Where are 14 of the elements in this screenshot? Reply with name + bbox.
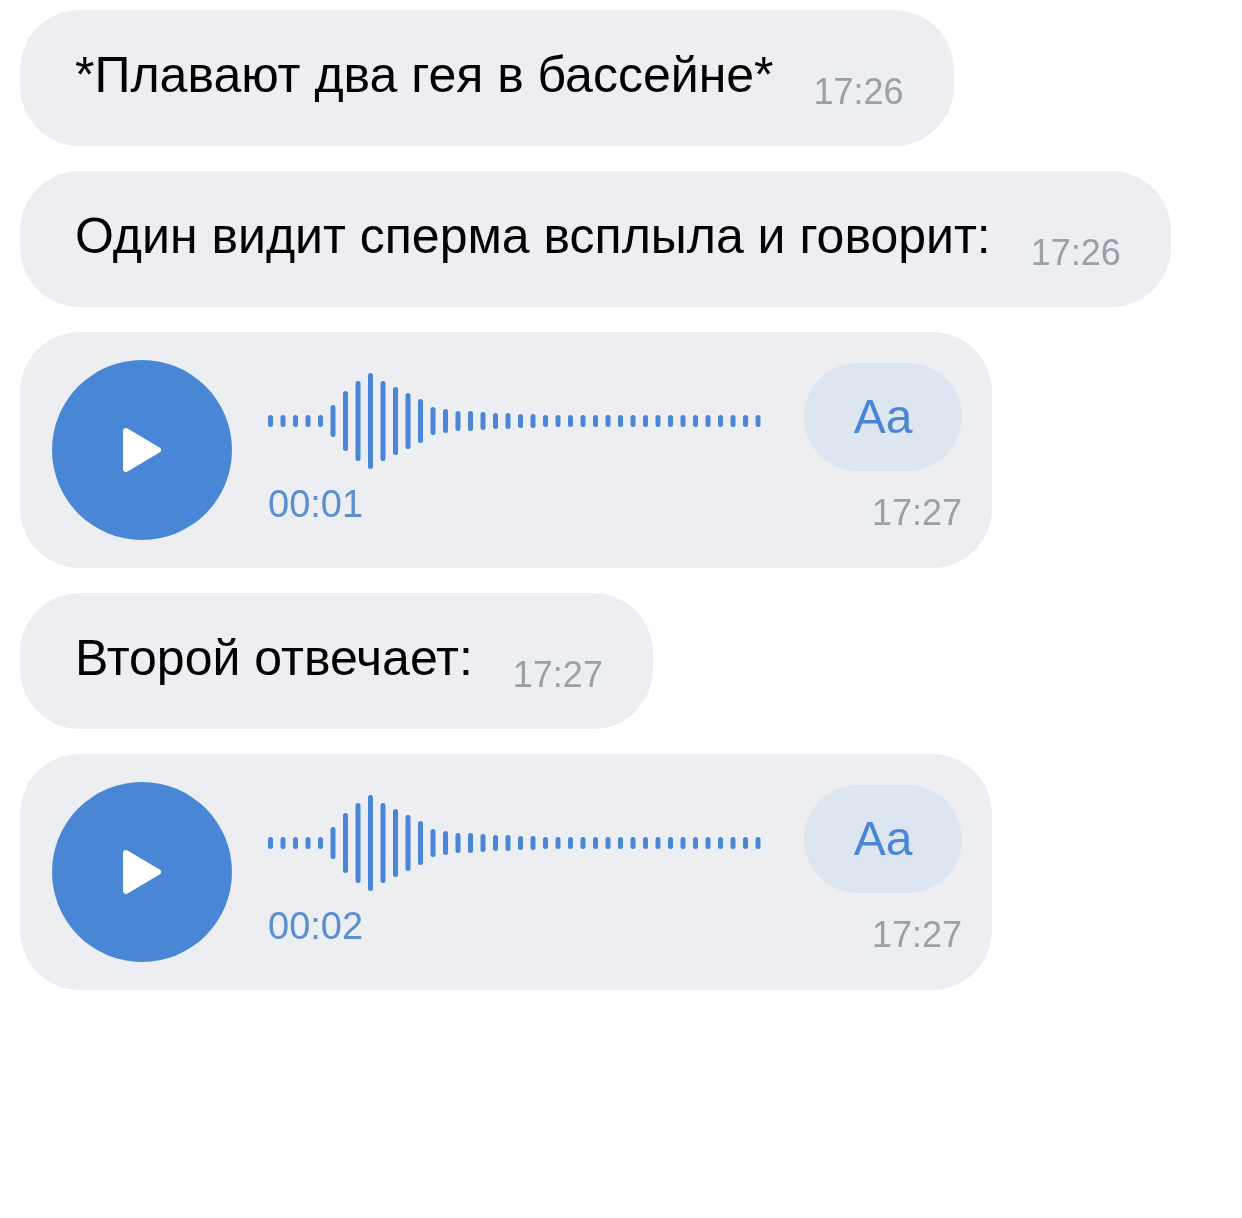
voice-duration: 00:01 [268,482,365,527]
message-text: Второй отвечает: [75,630,473,686]
play-icon [122,849,162,895]
message-time: 17:26 [813,70,904,114]
message-time: 17:27 [512,653,603,697]
message-text: *Плавают два гея в бассейне* [75,47,774,103]
message-time: 17:27 [871,491,962,535]
message-time: 17:26 [1030,231,1121,275]
message-time: 17:27 [871,913,962,957]
message-text: Один видит сперма всплыла и говорит: [75,208,991,264]
voice-duration: 00:02 [268,904,365,949]
transcribe-button[interactable]: Aa [804,363,962,471]
play-icon [122,427,162,473]
transcribe-button[interactable]: Aa [804,785,962,893]
